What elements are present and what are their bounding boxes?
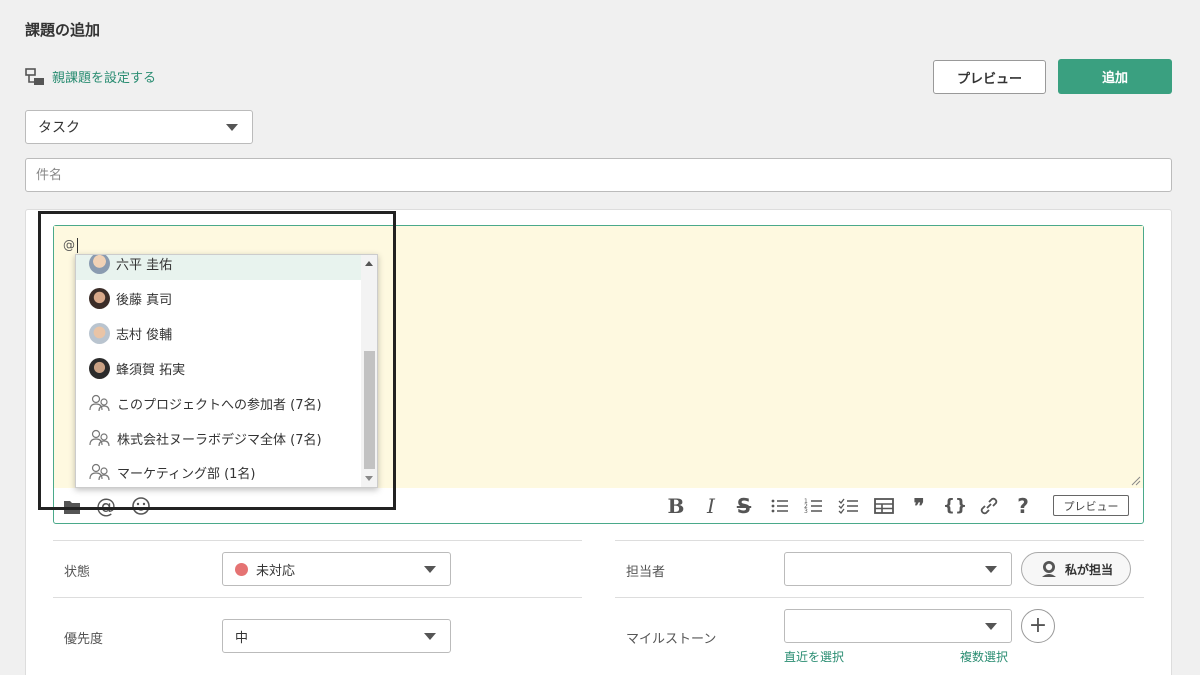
status-dot: [235, 563, 248, 576]
issue-type-value: タスク: [38, 117, 80, 137]
mention-item-group[interactable]: マーケティング部 (1名): [76, 455, 361, 488]
divider: [615, 540, 1144, 541]
assignee-select[interactable]: [784, 552, 1012, 586]
group-icon: [89, 394, 111, 412]
mention-item-label: このプロジェクトへの参加者 (7名): [117, 394, 322, 413]
svg-text:3: 3: [804, 508, 808, 515]
milestone-multi-link[interactable]: 複数選択: [960, 648, 1008, 665]
mention-item-user[interactable]: 後藤 真司: [76, 281, 361, 315]
priority-value: 中: [235, 627, 248, 646]
bullet-list-icon[interactable]: [769, 494, 791, 518]
avatar: [89, 288, 110, 309]
resize-grip-icon[interactable]: [1131, 476, 1141, 486]
subject-input[interactable]: [25, 158, 1172, 192]
numbered-list-icon[interactable]: 1 2 3: [803, 494, 825, 518]
page-title: 課題の追加: [25, 19, 100, 40]
group-icon: [89, 429, 111, 447]
priority-label: 優先度: [64, 628, 103, 647]
issue-type-select[interactable]: タスク: [25, 110, 253, 144]
mention-item-label: マーケティング部 (1名): [117, 463, 256, 482]
set-parent-issue-link[interactable]: 親課題を設定する: [25, 67, 156, 86]
group-icon: [89, 463, 111, 481]
mention-icon[interactable]: @: [94, 494, 118, 518]
divider: [53, 597, 582, 598]
assignee-label: 担当者: [626, 561, 665, 580]
chevron-down-icon: [424, 633, 436, 640]
assign-to-me-label: 私が担当: [1065, 561, 1113, 578]
set-parent-issue-label: 親課題を設定する: [52, 67, 156, 86]
chevron-down-icon: [985, 623, 997, 630]
mention-item-label: 後藤 真司: [116, 289, 172, 308]
folder-icon[interactable]: [62, 494, 82, 518]
add-milestone-button[interactable]: +: [1021, 609, 1055, 643]
code-icon[interactable]: {}: [942, 494, 968, 518]
italic-icon[interactable]: I: [700, 494, 722, 518]
milestone-select[interactable]: [784, 609, 1012, 643]
mention-item-group[interactable]: 株式会社ヌーラボデジマ全体 (7名): [76, 421, 361, 455]
status-label: 状態: [64, 561, 90, 580]
dropdown-scrollbar[interactable]: [361, 255, 377, 487]
avatar: [89, 358, 110, 379]
parent-issue-icon: [25, 68, 45, 86]
avatar: [89, 254, 110, 274]
table-icon[interactable]: [873, 494, 895, 518]
checklist-icon[interactable]: [838, 494, 860, 518]
milestone-label: マイルストーン: [626, 628, 716, 647]
milestone-recent-link[interactable]: 直近を選択: [784, 648, 844, 665]
chevron-down-icon: [424, 566, 436, 573]
status-select[interactable]: 未対応: [222, 552, 451, 586]
divider: [53, 540, 582, 541]
mention-item-label: 志村 俊輔: [116, 324, 172, 343]
assign-to-me-button[interactable]: 私が担当: [1021, 552, 1131, 586]
mention-item-user[interactable]: 六平 圭佑: [76, 254, 361, 280]
divider: [615, 597, 1144, 598]
mention-suggestion-list[interactable]: 六平 圭佑 後藤 真司 志村 俊輔 蜂須賀 拓実 このプロジェクトへの参加者 (…: [75, 254, 378, 488]
scroll-up-icon[interactable]: [365, 261, 373, 266]
help-icon[interactable]: ?: [1012, 494, 1034, 518]
emoji-icon[interactable]: [130, 494, 152, 518]
strikethrough-icon[interactable]: S: [733, 494, 755, 518]
status-value: 未対応: [256, 560, 295, 579]
chevron-down-icon: [226, 124, 238, 131]
mention-item-user[interactable]: 志村 俊輔: [76, 316, 361, 350]
priority-select[interactable]: 中: [222, 619, 451, 653]
text-cursor: [77, 238, 78, 253]
add-button[interactable]: 追加: [1058, 59, 1172, 94]
scrollbar-thumb[interactable]: [364, 351, 375, 469]
chevron-down-icon: [985, 566, 997, 573]
quote-icon[interactable]: ❞: [907, 494, 931, 518]
editor-toolbar: @ B I S 1 2 3 ❞ {}: [54, 488, 1143, 523]
description-text: @: [63, 238, 75, 252]
editor-preview-button[interactable]: プレビュー: [1053, 495, 1129, 516]
mention-item-label: 株式会社ヌーラボデジマ全体 (7名): [117, 429, 322, 448]
bold-icon[interactable]: B: [665, 494, 687, 518]
link-icon[interactable]: [977, 494, 1001, 518]
user-icon: [1039, 560, 1059, 578]
mention-item-label: 六平 圭佑: [116, 254, 172, 273]
mention-item-user[interactable]: 蜂須賀 拓実: [76, 351, 361, 385]
avatar: [89, 323, 110, 344]
scroll-down-icon[interactable]: [365, 476, 373, 481]
preview-button[interactable]: プレビュー: [933, 60, 1046, 94]
mention-item-label: 蜂須賀 拓実: [116, 359, 185, 378]
mention-item-group[interactable]: このプロジェクトへの参加者 (7名): [76, 386, 361, 420]
